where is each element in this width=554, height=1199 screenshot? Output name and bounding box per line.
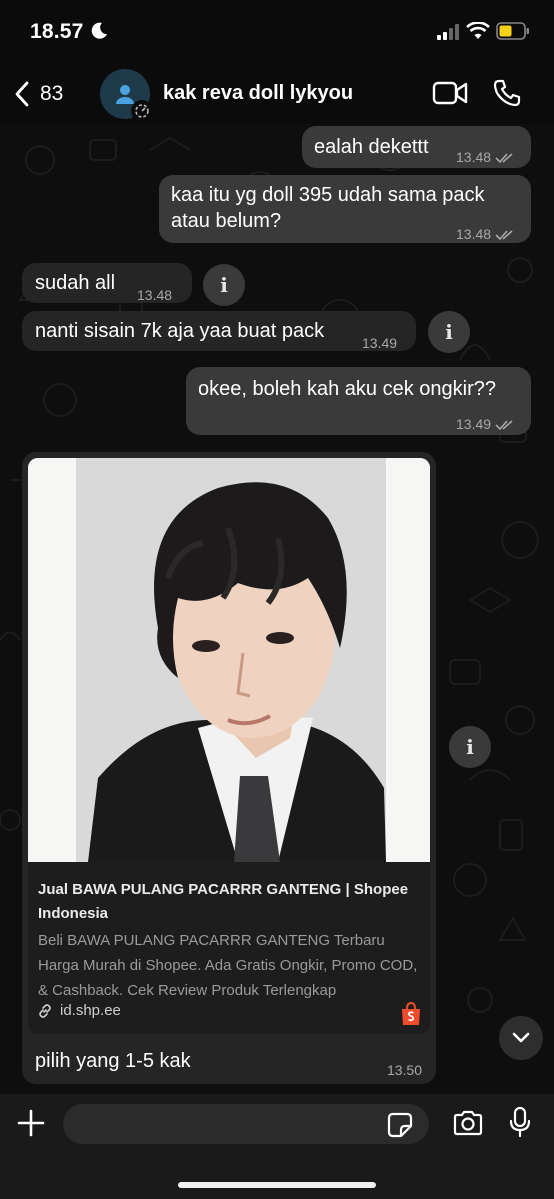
message-text: sudah all [35, 272, 116, 294]
home-indicator [178, 1182, 376, 1188]
message-time: 13.49 [362, 335, 398, 351]
read-ticks-icon [495, 153, 513, 164]
link-preview-message[interactable]: Jual BAWA PULANG PACARRR GANTENG | Shope… [22, 452, 436, 1084]
camera-icon[interactable] [452, 1110, 484, 1136]
read-ticks-icon [495, 420, 513, 431]
link-preview-info[interactable]: Jual BAWA PULANG PACARRR GANTENG | Shope… [28, 862, 430, 1034]
moon-icon [91, 22, 107, 39]
person-photo [28, 458, 430, 862]
info-icon: i [466, 735, 474, 759]
scroll-to-bottom-button[interactable] [499, 1016, 543, 1060]
message-time: 13.48 [137, 287, 173, 303]
user-icon [116, 85, 134, 104]
unread-count: 83 [40, 82, 64, 105]
back-button[interactable]: 83 [14, 78, 84, 110]
chat-header: 83 kak reva doll lykyou [0, 62, 554, 124]
info-icon: i [445, 320, 453, 344]
message-text: ealah dekettt [314, 136, 429, 158]
message-input[interactable] [63, 1104, 429, 1144]
message-time: 13.48 [456, 144, 515, 170]
battery-icon [496, 22, 529, 40]
status-time: 18.57 [30, 20, 84, 43]
info-icon: i [220, 273, 228, 297]
microphone-icon[interactable] [509, 1106, 531, 1138]
phone-icon[interactable] [492, 78, 522, 108]
chevron-down-icon [512, 1032, 530, 1043]
read-ticks-icon [495, 230, 513, 241]
video-call-icon[interactable] [432, 80, 468, 106]
message-time: 13.50 [386, 1062, 422, 1078]
message-text: okee, boleh kah aku cek ongkir?? [198, 378, 496, 400]
message-bubble-outgoing[interactable]: okee, boleh kah aku cek ongkir?? 13.49 [186, 367, 531, 435]
message-bubble-outgoing[interactable]: kaa itu yg doll 395 udah sama pack atau … [159, 175, 531, 243]
timer-icon [135, 104, 149, 118]
chevron-left-icon [15, 81, 29, 107]
message-input-bar [0, 1094, 554, 1199]
message-text: nanti sisain 7k aja yaa buat pack [35, 320, 325, 342]
message-time: 13.48 [456, 221, 515, 247]
message-bubble-incoming[interactable]: sudah all 13.48 [22, 263, 192, 303]
link-icon [39, 1003, 51, 1018]
wifi-icon [466, 22, 490, 39]
link-preview-domain[interactable]: id.shp.ee [38, 1002, 121, 1019]
info-button[interactable]: i [449, 726, 491, 768]
message-text: pilih yang 1-5 kak [35, 1050, 191, 1072]
info-button[interactable]: i [203, 264, 245, 306]
message-time: 13.49 [456, 411, 515, 437]
link-preview-description: Beli BAWA PULANG PACARRR GANTENG Terbaru… [38, 932, 418, 999]
message-bubble-incoming[interactable]: nanti sisain 7k aja yaa buat pack 13.49 [22, 311, 416, 351]
disappearing-timer-badge [131, 100, 153, 122]
contact-name[interactable]: kak reva doll lykyou [163, 82, 353, 105]
plus-icon[interactable] [16, 1108, 46, 1138]
link-preview-image[interactable] [28, 458, 430, 862]
avatar[interactable] [100, 69, 153, 122]
shopee-logo-icon [402, 1002, 420, 1025]
link-preview-title: Jual BAWA PULANG PACARRR GANTENG | Shope… [38, 881, 409, 922]
status-bar: 18.57 [0, 0, 554, 62]
sticker-icon[interactable] [387, 1112, 413, 1138]
message-bubble-outgoing[interactable]: ealah dekettt 13.48 [302, 126, 531, 168]
info-button[interactable]: i [428, 311, 470, 353]
cellular-signal-icon [437, 24, 459, 40]
